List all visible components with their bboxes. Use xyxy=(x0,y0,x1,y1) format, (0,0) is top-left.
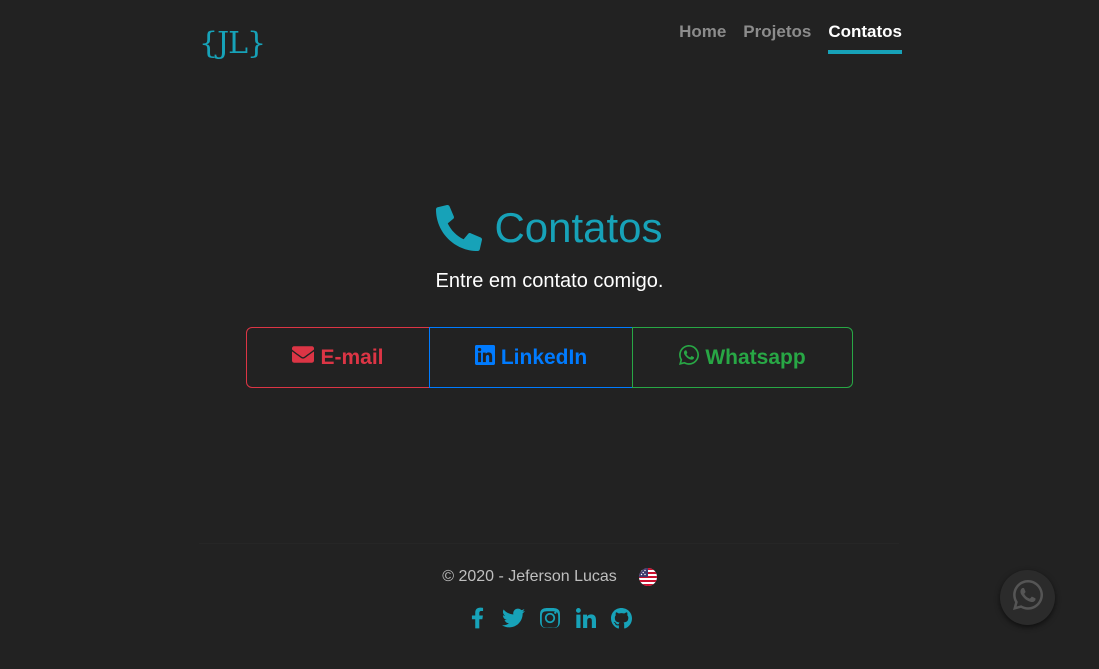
footer: © 2020 - Jeferson Lucas xyxy=(0,566,1099,588)
email-button-label: E-mail xyxy=(320,345,384,369)
twitter-icon[interactable] xyxy=(502,606,525,630)
nav-home[interactable]: Home xyxy=(679,22,726,54)
nav-projetos[interactable]: Projetos xyxy=(743,22,811,54)
github-icon[interactable] xyxy=(610,606,633,630)
phone-icon xyxy=(436,205,483,251)
page-subtitle: Entre em contato comigo. xyxy=(435,270,664,292)
page-heading: Contatos xyxy=(0,200,1099,256)
social-links xyxy=(0,606,1099,630)
footer-divider xyxy=(199,543,899,544)
facebook-icon[interactable] xyxy=(466,606,489,630)
linkedin-icon xyxy=(474,344,495,371)
linkedin-icon[interactable] xyxy=(574,606,597,630)
linkedin-button[interactable]: LinkedIn xyxy=(429,327,633,388)
us-flag-icon[interactable] xyxy=(638,568,657,586)
copyright-text: © 2020 - Jeferson Lucas xyxy=(442,568,617,585)
linkedin-button-label: LinkedIn xyxy=(500,345,588,369)
floating-whatsapp-button[interactable] xyxy=(1000,570,1055,625)
whatsapp-button-label: Whatsapp xyxy=(705,345,806,369)
contact-button-group: E-mail LinkedIn Whatsapp xyxy=(246,327,854,388)
page: {JL} Home Projetos Contatos Contatos Ent… xyxy=(0,0,1099,669)
nav-contatos[interactable]: Contatos xyxy=(828,22,902,54)
instagram-icon[interactable] xyxy=(538,606,561,630)
whatsapp-icon xyxy=(679,344,700,371)
whatsapp-button[interactable]: Whatsapp xyxy=(632,327,853,388)
email-button[interactable]: E-mail xyxy=(246,327,430,388)
whatsapp-icon xyxy=(1012,580,1043,615)
envelope-icon xyxy=(292,345,315,370)
main-nav: Home Projetos Contatos xyxy=(679,22,902,54)
page-title: Contatos xyxy=(494,204,663,251)
logo[interactable]: {JL} xyxy=(199,24,266,64)
